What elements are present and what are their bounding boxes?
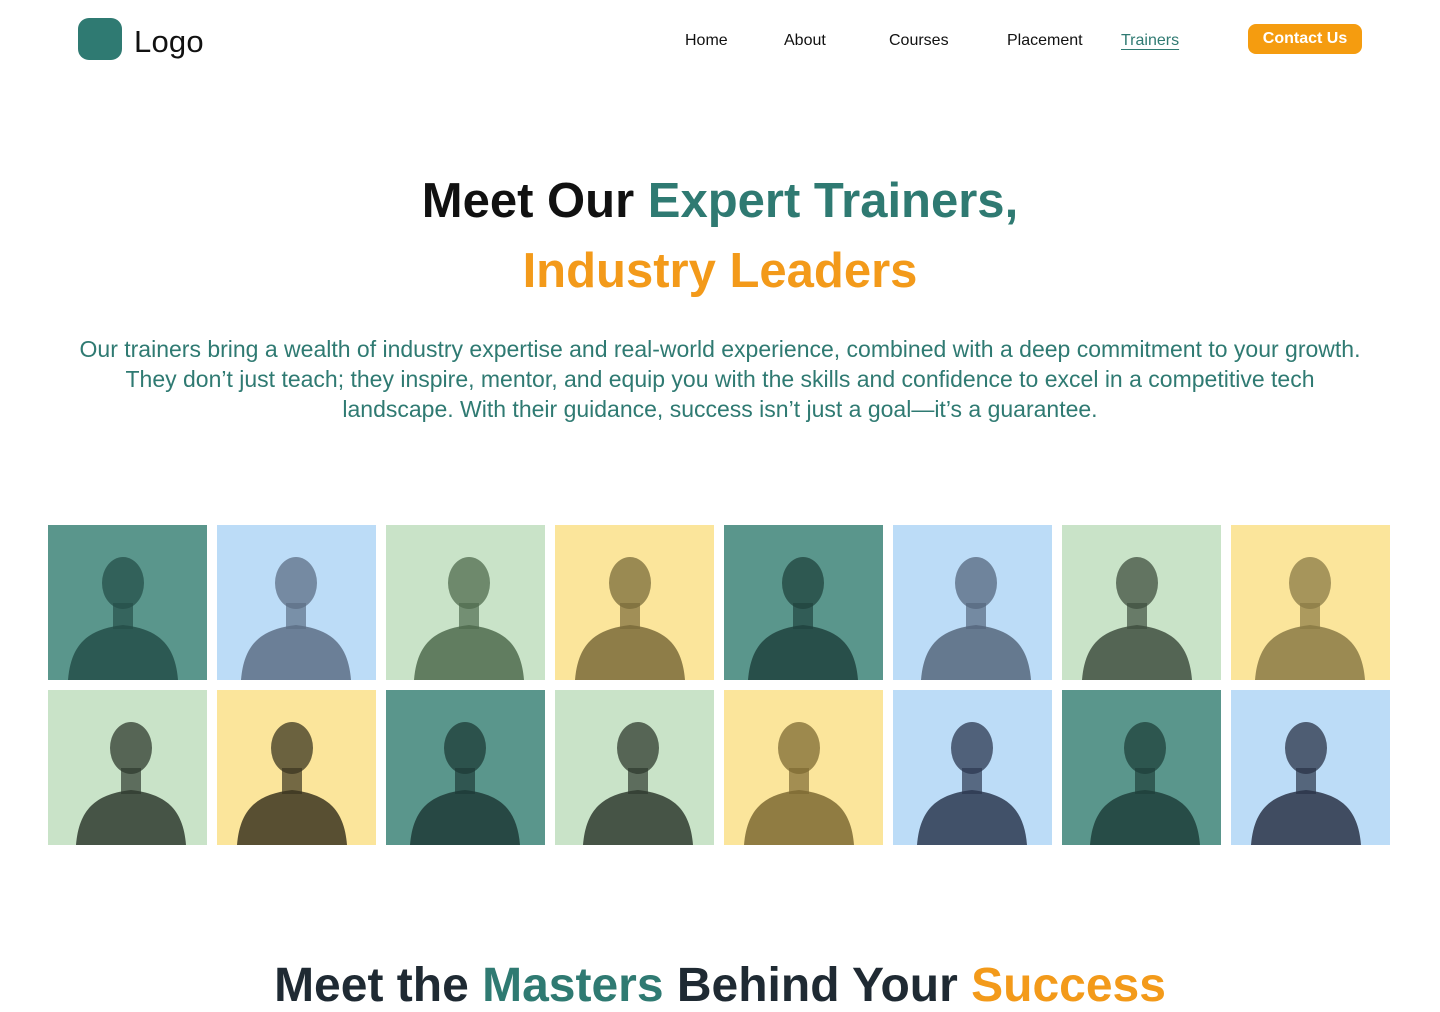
- person-silhouette-icon: [1082, 557, 1192, 680]
- section-title-part1: Meet the: [274, 959, 483, 1012]
- trainer-photo[interactable]: [1062, 525, 1221, 680]
- section-title: Meet the Masters Behind Your Success: [0, 958, 1440, 1012]
- person-silhouette-icon: [68, 557, 178, 680]
- person-silhouette-icon: [76, 722, 186, 845]
- trainer-photo[interactable]: [386, 690, 545, 845]
- nav-home[interactable]: Home: [685, 32, 728, 50]
- person-silhouette-icon: [241, 557, 351, 680]
- nav-trainers[interactable]: Trainers: [1121, 32, 1179, 50]
- section-title-part4: Success: [971, 959, 1166, 1012]
- hero-title: Meet Our Expert Trainers, Industry Leade…: [0, 166, 1440, 306]
- contact-us-button[interactable]: Contact Us: [1248, 24, 1362, 54]
- person-silhouette-icon: [414, 557, 524, 680]
- hero-title-part2: Expert Trainers,: [647, 174, 1019, 228]
- person-silhouette-icon: [1090, 722, 1200, 845]
- person-silhouette-icon: [583, 722, 693, 845]
- trainer-photo[interactable]: [724, 525, 883, 680]
- nav-placement[interactable]: Placement: [1007, 32, 1083, 50]
- trainer-photo[interactable]: [1231, 525, 1390, 680]
- trainer-photo[interactable]: [48, 525, 207, 680]
- trainer-photo[interactable]: [555, 690, 714, 845]
- trainer-photo[interactable]: [217, 525, 376, 680]
- trainer-photo[interactable]: [893, 690, 1052, 845]
- trainer-photo[interactable]: [555, 525, 714, 680]
- nav-courses[interactable]: Courses: [889, 32, 949, 50]
- trainer-photo[interactable]: [893, 525, 1052, 680]
- hero-description: Our trainers bring a wealth of industry …: [79, 336, 1361, 422]
- person-silhouette-icon: [921, 557, 1031, 680]
- trainer-photo[interactable]: [724, 690, 883, 845]
- hero-title-part1: Meet Our: [421, 174, 648, 228]
- person-silhouette-icon: [575, 557, 685, 680]
- trainer-photo[interactable]: [217, 690, 376, 845]
- trainer-photo[interactable]: [1231, 690, 1390, 845]
- person-silhouette-icon: [410, 722, 520, 845]
- person-silhouette-icon: [1251, 722, 1361, 845]
- person-silhouette-icon: [744, 722, 854, 845]
- site-header: Logo Home About Courses Placement Traine…: [0, 0, 1440, 90]
- person-silhouette-icon: [917, 722, 1027, 845]
- trainer-photo[interactable]: [386, 525, 545, 680]
- hero-title-line2: Industry Leaders: [522, 244, 918, 298]
- section-title-part3: Behind Your: [663, 959, 972, 1012]
- person-silhouette-icon: [1255, 557, 1365, 680]
- person-silhouette-icon: [748, 557, 858, 680]
- nav-about[interactable]: About: [784, 32, 826, 50]
- main-nav: Home About Courses Placement Trainers: [0, 32, 1440, 56]
- person-silhouette-icon: [237, 722, 347, 845]
- trainer-photo[interactable]: [1062, 690, 1221, 845]
- section-title-part2: Masters: [482, 959, 664, 1012]
- trainer-photo[interactable]: [48, 690, 207, 845]
- trainer-grid: [48, 525, 1392, 845]
